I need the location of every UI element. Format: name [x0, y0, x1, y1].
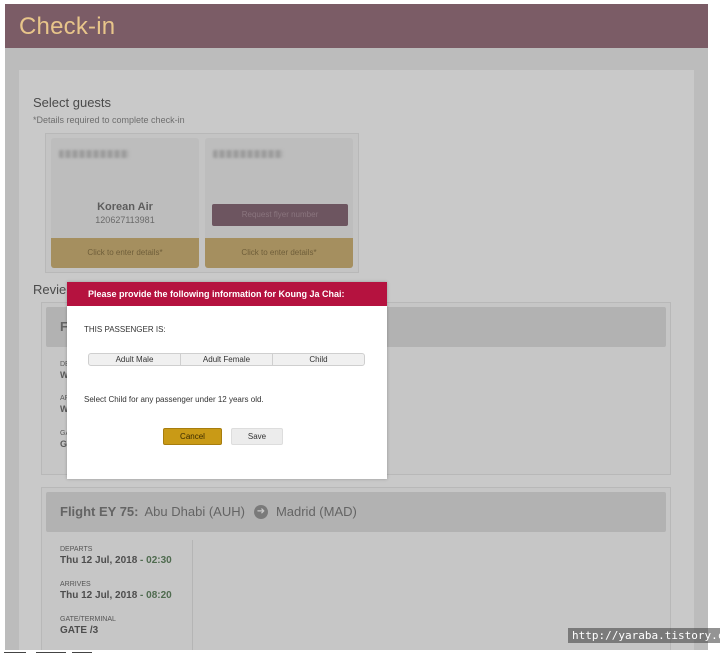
- departs-time: 02:30: [146, 555, 172, 566]
- departs-block: DEPARTS Thu 12 Jul, 2018 - 02:30: [60, 546, 172, 566]
- flight-origin: Abu Dhabi (AUH): [144, 504, 245, 519]
- passenger-type-dialog: Please provide the following information…: [67, 282, 387, 479]
- gate-value: GATE /3: [60, 625, 99, 636]
- departs-value: Thu 12 Jul, 2018 - 02:30: [60, 555, 172, 566]
- flight-header: Flight EY 75: Abu Dhabi (AUH) ➜ Madrid (…: [46, 492, 666, 532]
- taskbar-fragment: [0, 650, 720, 657]
- page-title: Check-in: [19, 13, 116, 40]
- departs-label: DEPARTS: [60, 546, 93, 553]
- enter-details-button[interactable]: Click to enter details*: [51, 238, 199, 268]
- guest-name-blurred: [59, 150, 129, 158]
- select-guests-subtitle: *Details required to complete check-in: [33, 115, 185, 125]
- enter-details-button[interactable]: Click to enter details*: [205, 238, 353, 268]
- arrives-date: Thu 12 Jul, 2018: [60, 590, 138, 601]
- watermark: http://yaraba.tistory.com: [568, 628, 720, 643]
- gate-label: GATE/TERMINAL: [60, 616, 116, 623]
- flight-number: Flight EY 75:: [60, 504, 139, 519]
- gate-block: GATE/TERMINAL GATE /3: [60, 616, 116, 636]
- select-guests-title: Select guests: [33, 95, 112, 110]
- review-title: Revie: [33, 282, 67, 297]
- taskbar-line: [4, 652, 26, 653]
- dialog-note: Select Child for any passenger under 12 …: [84, 395, 264, 404]
- arrives-separator: -: [140, 590, 144, 601]
- guest-airline: Korean Air: [97, 201, 153, 213]
- gate-value-partial: G: [60, 439, 68, 449]
- departs-date: Thu 12 Jul, 2018: [60, 555, 138, 566]
- save-button[interactable]: Save: [231, 428, 283, 445]
- request-flyer-number-button[interactable]: Request flyer number: [212, 204, 348, 226]
- arrow-right-icon: ➜: [253, 504, 268, 519]
- guest-card[interactable]: Request flyer number Click to enter deta…: [205, 138, 353, 268]
- column-divider: [192, 540, 193, 657]
- page-header: Check-in: [5, 4, 708, 48]
- taskbar-line: [72, 652, 92, 653]
- guest-card[interactable]: Korean Air 120627113981 Click to enter d…: [51, 138, 199, 268]
- guest-name-blurred: [213, 150, 283, 158]
- passenger-type-selector: Adult Male Adult Female Child: [88, 353, 365, 366]
- cancel-button[interactable]: Cancel: [163, 428, 222, 445]
- guest-flyer-number: 120627113981: [95, 215, 155, 225]
- passenger-type-label: THIS PASSENGER IS:: [84, 325, 166, 334]
- option-child[interactable]: Child: [273, 354, 364, 365]
- departs-separator: -: [140, 555, 144, 566]
- dialog-title: Please provide the following information…: [67, 282, 387, 306]
- option-adult-female[interactable]: Adult Female: [181, 354, 273, 365]
- arrives-label: ARRIVES: [60, 581, 91, 588]
- flight-route: Flight EY 75: Abu Dhabi (AUH) ➜ Madrid (…: [60, 504, 357, 519]
- arrives-block: ARRIVES Thu 12 Jul, 2018 - 08:20: [60, 581, 172, 601]
- flight-destination: Madrid (MAD): [275, 504, 357, 519]
- arrives-time: 08:20: [146, 590, 172, 601]
- arrives-value: Thu 12 Jul, 2018 - 08:20: [60, 590, 172, 601]
- taskbar-line: [36, 652, 66, 653]
- option-adult-male[interactable]: Adult Male: [89, 354, 181, 365]
